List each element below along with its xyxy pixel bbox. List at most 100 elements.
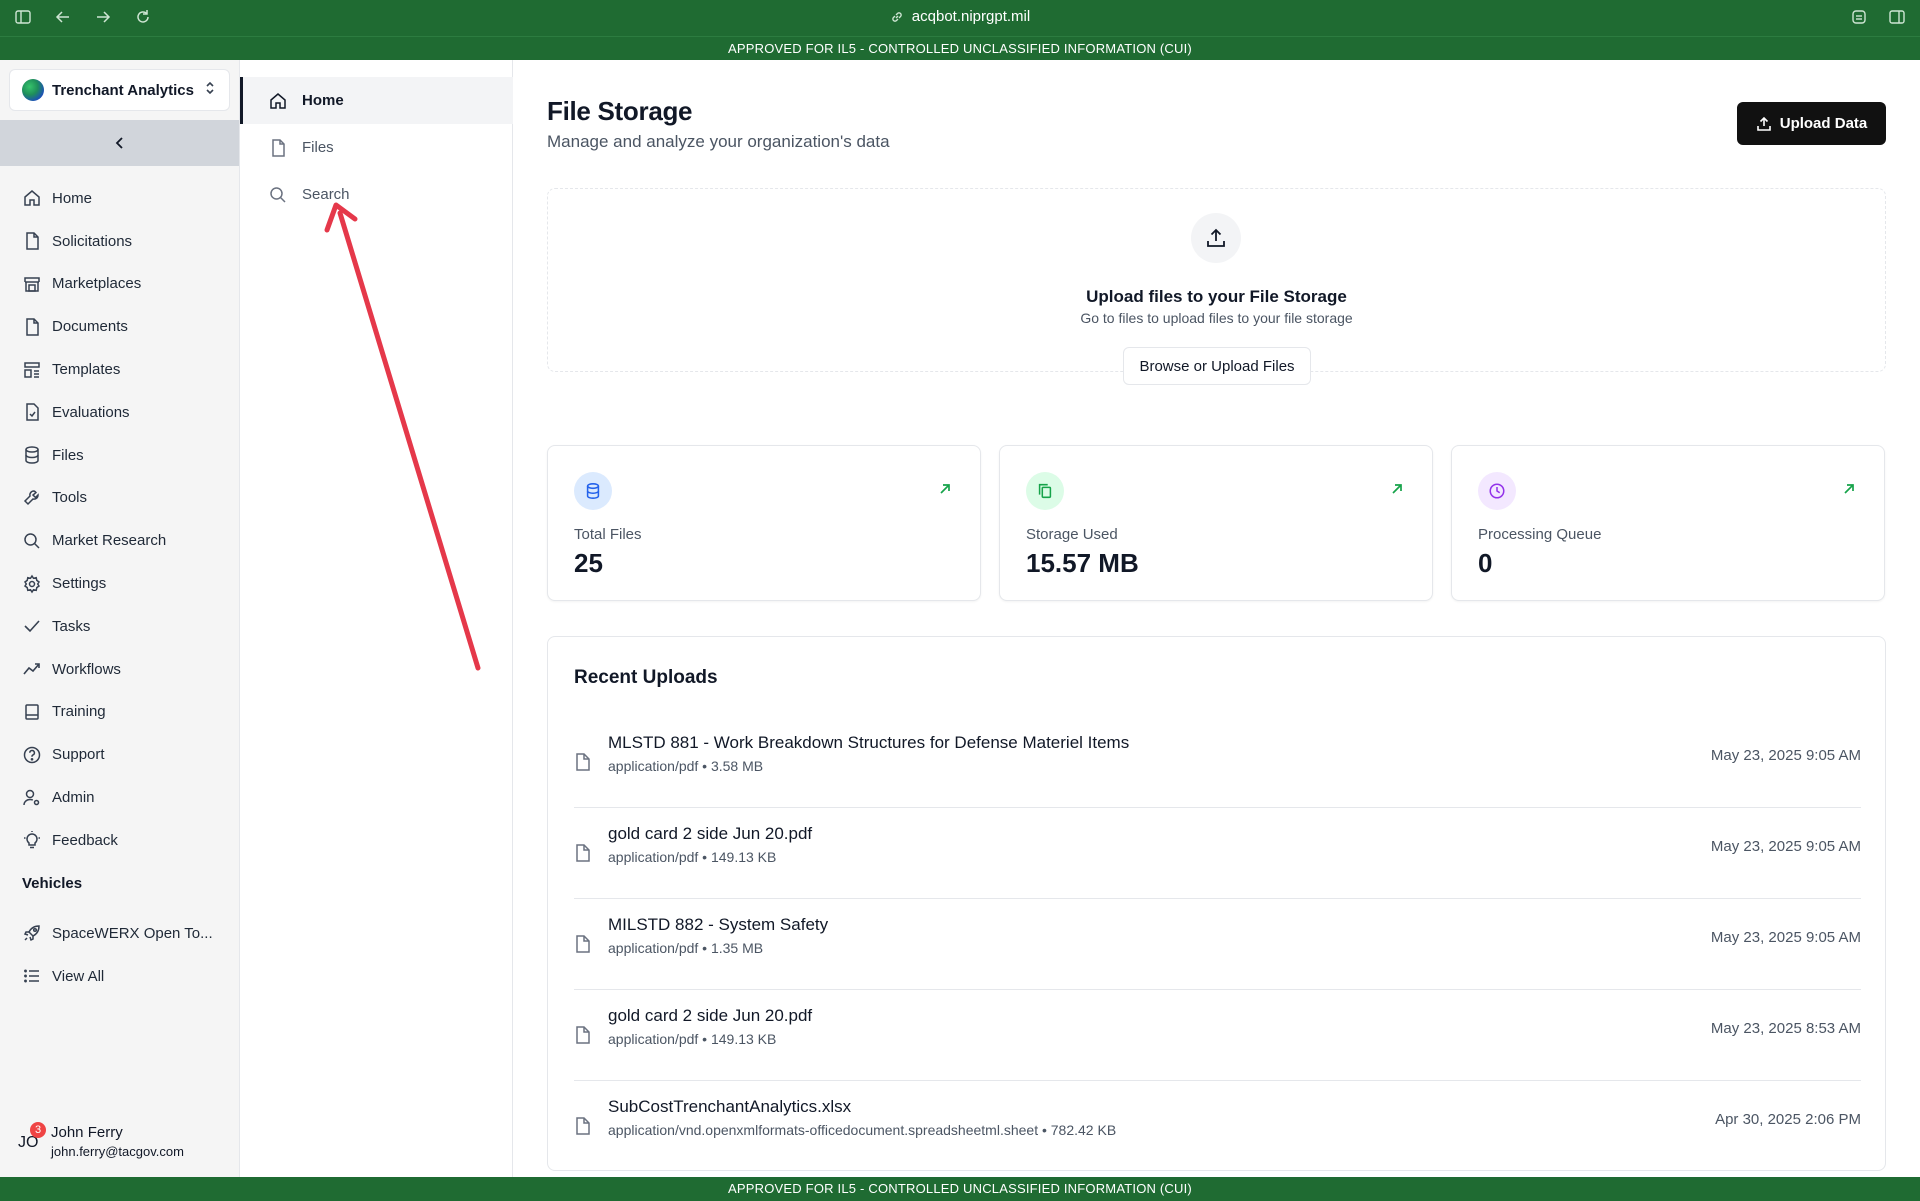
list-item[interactable]: MLSTD 881 - Work Breakdown Structures fo… xyxy=(574,717,1861,808)
copy-icon xyxy=(1038,483,1052,499)
split-view-icon[interactable] xyxy=(1888,8,1908,28)
sidebar-item-tools[interactable]: Tools xyxy=(0,477,239,520)
template-icon xyxy=(24,361,40,378)
search-icon xyxy=(24,533,40,549)
database-icon xyxy=(25,446,39,464)
vehicle-item-view-all[interactable]: View All xyxy=(0,955,239,998)
sidebar-item-support[interactable]: Support xyxy=(0,733,239,776)
sidebar-item-label: Tasks xyxy=(52,617,91,635)
list-item[interactable]: MILSTD 882 - System Safety application/p… xyxy=(574,899,1861,990)
classification-banner-top: APPROVED FOR IL5 - CONTROLLED UNCLASSIFI… xyxy=(0,36,1920,60)
file-date: May 23, 2025 9:05 AM xyxy=(1710,838,1861,855)
sidebar-item-label: Templates xyxy=(52,361,121,379)
home-icon xyxy=(270,92,286,109)
collapse-sidebar-button[interactable] xyxy=(0,120,239,166)
file-storage-subnav: Home Files Search xyxy=(240,60,513,1177)
sidebar-item-feedback[interactable]: Feedback xyxy=(0,819,239,862)
home-icon xyxy=(24,190,40,207)
subnav-item-home[interactable]: Home xyxy=(240,77,513,124)
stat-card-total-files[interactable]: Total Files 25 xyxy=(547,445,981,601)
help-circle-icon xyxy=(23,746,41,763)
vehicle-item-spacewerx[interactable]: SpaceWERX Open To... xyxy=(0,912,239,955)
upload-dropzone[interactable]: Upload files to your File Storage Go to … xyxy=(547,188,1886,385)
user-profile[interactable]: JO 3 John Ferry john.ferry@tacgov.com xyxy=(18,1120,233,1170)
file-meta: application/pdf • 149.13 KB xyxy=(608,1031,777,1047)
user-cog-icon xyxy=(23,789,40,805)
sidebar-item-marketplaces[interactable]: Marketplaces xyxy=(0,263,239,306)
main-content: File Storage Manage and analyze your org… xyxy=(514,60,1920,1177)
list-item[interactable]: gold card 2 side Jun 20.pdf application/… xyxy=(574,990,1861,1081)
org-logo-icon xyxy=(22,79,44,101)
recent-uploads-title: Recent Uploads xyxy=(574,667,718,688)
sidebar-item-label: Feedback xyxy=(52,831,118,849)
stat-card-storage-used[interactable]: Storage Used 15.57 MB xyxy=(999,445,1433,601)
upload-icon xyxy=(1756,116,1771,131)
search-icon xyxy=(270,186,286,203)
trend-icon xyxy=(23,663,40,675)
store-icon xyxy=(24,277,40,292)
sidebar-item-evaluations[interactable]: Evaluations xyxy=(0,391,239,434)
file-date: May 23, 2025 8:53 AM xyxy=(1710,1020,1861,1037)
file-meta: application/pdf • 3.58 MB xyxy=(608,758,764,774)
org-switcher[interactable]: Trenchant Analytics xyxy=(9,69,230,111)
link-icon xyxy=(892,12,902,22)
upload-data-button[interactable]: Upload Data xyxy=(1737,102,1886,145)
sidebar-item-home[interactable]: Home xyxy=(0,177,239,220)
sidebar-item-label: Support xyxy=(52,746,105,764)
stat-value: 25 xyxy=(574,548,603,578)
stat-value: 0 xyxy=(1478,548,1493,578)
org-name: Trenchant Analytics xyxy=(52,81,194,99)
book-icon xyxy=(25,704,39,720)
arrow-up-right-icon[interactable] xyxy=(1842,482,1856,496)
stat-card-processing-queue[interactable]: Processing Queue 0 xyxy=(1451,445,1885,601)
sidebar-item-admin[interactable]: Admin xyxy=(0,776,239,819)
file-meta: application/vnd.openxmlformats-officedoc… xyxy=(608,1122,1117,1138)
stat-label: Processing Queue xyxy=(1478,526,1602,543)
file-name: MILSTD 882 - System Safety xyxy=(608,915,829,934)
sidebar-item-label: Market Research xyxy=(52,532,167,550)
page-subtitle: Manage and analyze your organization's d… xyxy=(547,132,890,151)
subnav-item-files[interactable]: Files xyxy=(240,124,513,171)
sidebar-item-settings[interactable]: Settings xyxy=(0,562,239,605)
user-name: John Ferry xyxy=(51,1124,123,1141)
document-icon xyxy=(26,318,39,336)
sidebar-item-files[interactable]: Files xyxy=(0,434,239,477)
file-meta: application/pdf • 1.35 MB xyxy=(608,940,764,956)
list-item[interactable]: SubCostTrenchantAnalytics.xlsx applicati… xyxy=(574,1081,1861,1172)
check-icon xyxy=(24,620,40,633)
file-icon xyxy=(576,753,590,771)
sidebar-item-solicitations[interactable]: Solicitations xyxy=(0,220,239,263)
sidebar-item-training[interactable]: Training xyxy=(0,691,239,734)
chevron-left-icon xyxy=(115,137,123,149)
sidebar: Trenchant Analytics Home Solicitations M… xyxy=(0,60,240,1177)
user-email: john.ferry@tacgov.com xyxy=(51,1144,184,1159)
sidebar-item-label: Solicitations xyxy=(52,232,133,250)
vehicles-list: SpaceWERX Open To... View All xyxy=(0,912,239,998)
arrow-up-right-icon[interactable] xyxy=(1390,482,1404,496)
sidebar-item-label: Home xyxy=(52,189,93,207)
sidebar-item-workflows[interactable]: Workflows xyxy=(0,648,239,691)
list-item[interactable]: gold card 2 side Jun 20.pdf application/… xyxy=(574,808,1861,899)
classification-banner-bottom: APPROVED FOR IL5 - CONTROLLED UNCLASSIFI… xyxy=(0,1177,1920,1201)
browse-upload-button[interactable]: Browse or Upload Files xyxy=(1123,347,1311,385)
subnav-item-search[interactable]: Search xyxy=(240,171,513,218)
arrow-up-right-icon[interactable] xyxy=(938,482,952,496)
dropzone-subtitle: Go to files to upload files to your file… xyxy=(1080,310,1353,326)
sidebar-item-label: Marketplaces xyxy=(52,275,142,293)
sidebar-item-label: Tools xyxy=(52,489,88,507)
subnav-item-label: Home xyxy=(302,92,344,109)
sidebar-item-label: Settings xyxy=(52,575,107,593)
file-name: gold card 2 side Jun 20.pdf xyxy=(608,824,813,843)
sidebar-item-market-research[interactable]: Market Research xyxy=(0,519,239,562)
sidebar-item-label: Evaluations xyxy=(52,403,130,421)
sidebar-item-tasks[interactable]: Tasks xyxy=(0,605,239,648)
sidebar-item-documents[interactable]: Documents xyxy=(0,305,239,348)
file-icon xyxy=(26,232,39,250)
page-title: File Storage xyxy=(547,96,693,126)
rocket-icon xyxy=(23,925,40,942)
sidebar-nav: Home Solicitations Marketplaces Document… xyxy=(0,177,239,862)
address-bar[interactable]: acqbot.niprgpt.mil xyxy=(0,8,1920,25)
database-icon xyxy=(586,483,600,499)
extension-icon[interactable] xyxy=(1850,8,1870,28)
sidebar-item-templates[interactable]: Templates xyxy=(0,348,239,391)
